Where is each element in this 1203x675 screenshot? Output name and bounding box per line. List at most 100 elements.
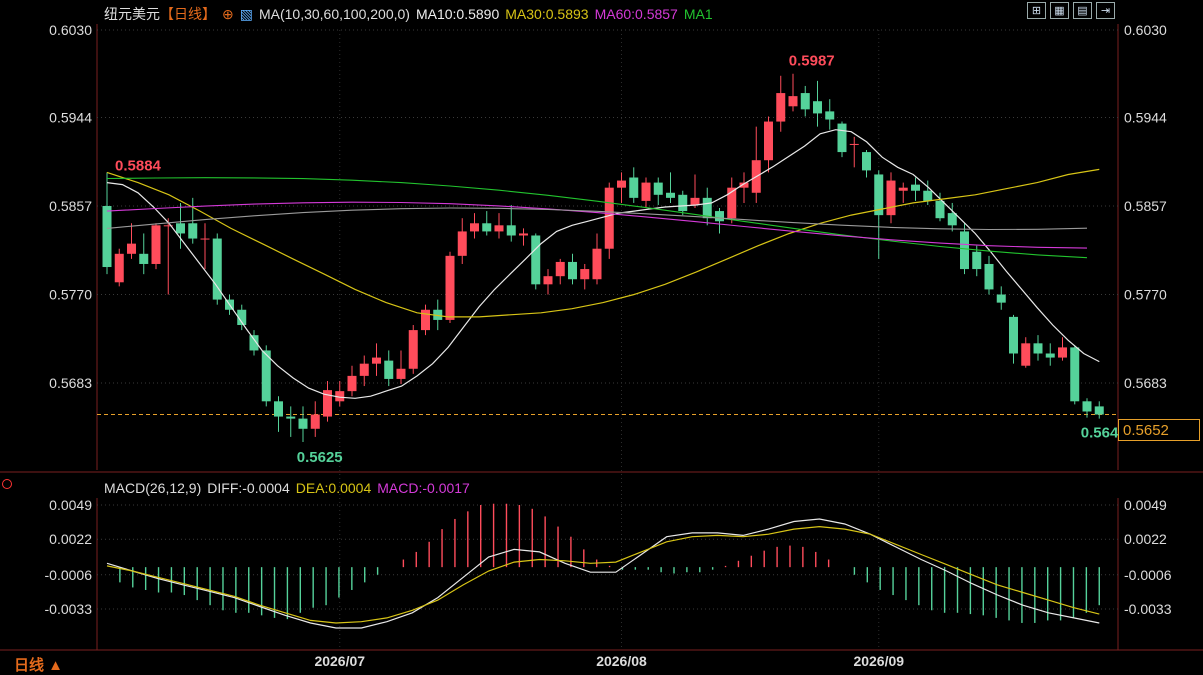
macd-tick-right: -0.0006 xyxy=(1124,567,1172,583)
candle-body xyxy=(127,243,136,254)
candle-body xyxy=(715,211,724,222)
candle-body xyxy=(457,231,467,256)
price-tick-right: 0.5683 xyxy=(1124,375,1167,391)
price-annotation: 0.5625 xyxy=(297,449,343,466)
candle-body xyxy=(1033,343,1043,354)
candle-body xyxy=(935,200,945,219)
layout-icon[interactable]: ⊞ xyxy=(1027,2,1046,19)
price-tick-left: 0.5770 xyxy=(49,286,92,302)
candle-body xyxy=(837,123,847,153)
grid-icon[interactable]: ▦ xyxy=(1050,2,1069,19)
candle-body xyxy=(482,223,492,232)
candle-body xyxy=(911,184,920,191)
candle-body xyxy=(359,363,369,376)
price-tick-left: 0.6030 xyxy=(49,22,92,38)
macd-line-diff xyxy=(106,518,1100,629)
candle-body xyxy=(1070,347,1080,402)
price-tick-right: 0.6030 xyxy=(1124,22,1167,38)
date-tick-label: 2026/07 xyxy=(314,653,365,669)
candle-body xyxy=(972,251,982,270)
price-tick-right: 0.5857 xyxy=(1124,198,1167,214)
candle-body xyxy=(1082,401,1092,412)
chart-icon[interactable]: ▤ xyxy=(1073,2,1092,19)
candle-body xyxy=(176,223,185,234)
candle-body xyxy=(372,357,381,364)
candle-body xyxy=(641,182,651,201)
toolbar: ⊞ ▦ ▤ ⇥ xyxy=(1027,2,1115,19)
candle-body xyxy=(813,101,822,114)
exit-icon[interactable]: ⇥ xyxy=(1096,2,1115,19)
candle-body xyxy=(421,309,430,331)
ma30-value: MA30:0.5893 xyxy=(505,6,589,22)
candle-body xyxy=(862,152,871,171)
current-price-tag: 0.5652 xyxy=(1118,419,1200,441)
ma10-value: MA10:0.5890 xyxy=(415,6,500,22)
candle-body xyxy=(519,233,528,236)
candle-body xyxy=(1045,353,1055,358)
macd-tick-right: 0.0022 xyxy=(1124,531,1167,547)
date-tick-label: 2026/08 xyxy=(596,653,647,669)
price-tick-left: 0.5857 xyxy=(49,198,92,214)
candle-body xyxy=(384,360,394,379)
candle-body xyxy=(592,248,602,280)
candle-body xyxy=(506,225,516,236)
candle-body xyxy=(531,235,541,285)
ma1-value: MA1 xyxy=(683,6,713,22)
candle-body xyxy=(984,263,994,290)
macd-tick-right: -0.0033 xyxy=(1124,601,1172,617)
price-tick-right: 0.5770 xyxy=(1124,286,1167,302)
candle-body xyxy=(445,255,455,320)
candle-body xyxy=(996,294,1006,303)
candle-body xyxy=(580,269,590,280)
period-tag[interactable]: 【日线】 xyxy=(160,6,216,22)
candle-body xyxy=(849,143,859,145)
candle-body xyxy=(543,276,553,285)
macd-dea: DEA:0.0004 xyxy=(295,480,372,496)
candle-body xyxy=(800,93,810,110)
candle-body xyxy=(114,253,124,283)
macd-tick-left: 0.0049 xyxy=(49,497,92,513)
candle-body xyxy=(1058,347,1067,358)
candle-body xyxy=(617,180,626,188)
candle-body xyxy=(629,177,639,198)
candle-body xyxy=(568,261,577,280)
candle-body xyxy=(764,121,773,161)
candle-body xyxy=(347,375,357,392)
candle-body xyxy=(788,96,798,107)
period-switch[interactable]: 日线 ▲ xyxy=(14,654,63,675)
macd-tick-right: 0.0049 xyxy=(1124,497,1167,513)
candle-body xyxy=(188,223,198,239)
candle-body xyxy=(886,180,896,216)
candle-body xyxy=(396,368,406,379)
macd-tick-left: -0.0006 xyxy=(45,567,93,583)
price-annotation: 0.5884 xyxy=(115,158,162,175)
candle-body xyxy=(408,330,418,369)
candle-body xyxy=(555,261,565,277)
settings-icon[interactable]: ⊕ xyxy=(222,6,234,22)
candle-body xyxy=(898,187,908,191)
candle-body xyxy=(102,205,112,268)
ma-params[interactable]: MA(10,30,60,100,200,0) xyxy=(259,6,410,22)
candle-body xyxy=(298,418,308,429)
candle-body xyxy=(825,111,835,120)
macd-value: MACD:-0.0017 xyxy=(377,480,470,496)
candle-body xyxy=(1094,406,1104,415)
macd-tick-left: 0.0022 xyxy=(49,531,92,547)
price-tick-left: 0.5683 xyxy=(49,375,92,391)
price-tick-left: 0.5944 xyxy=(49,109,92,125)
macd-label[interactable]: MACD(26,12,9) xyxy=(104,480,201,496)
candle-body xyxy=(678,194,688,212)
candle-body xyxy=(1021,343,1031,366)
macd-diff: DIFF:-0.0004 xyxy=(207,480,290,496)
symbol-title: 纽元美元 xyxy=(104,6,160,22)
chart-canvas[interactable]: 0.59870.56250.58840.5649 0.6030 0.60300.5… xyxy=(0,0,1203,674)
candle-body xyxy=(960,231,969,270)
ma-icon[interactable]: ▧ xyxy=(240,6,253,22)
macd-line-dea xyxy=(106,525,1100,624)
candle-body xyxy=(139,253,149,264)
candle-body xyxy=(310,414,320,429)
target-icon[interactable] xyxy=(2,479,12,489)
candle-body xyxy=(776,93,786,122)
date-tick-label: 2026/09 xyxy=(853,653,904,669)
candle-body xyxy=(274,401,283,417)
